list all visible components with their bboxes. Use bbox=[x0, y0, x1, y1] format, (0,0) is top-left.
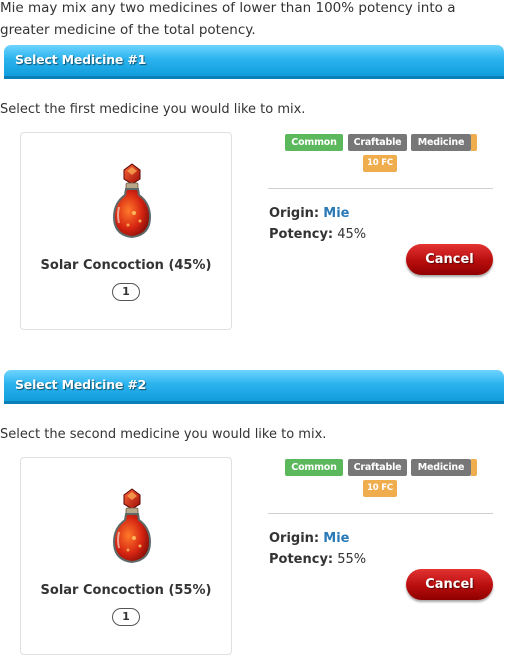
origin-line: Origin: Mie bbox=[269, 531, 350, 546]
red-potion-bottle-icon bbox=[112, 163, 152, 239]
potency-line: Potency: 45% bbox=[269, 227, 366, 242]
potency-label: Potency: bbox=[269, 552, 334, 567]
section-header-medicine-2: Select Medicine #2 bbox=[4, 370, 504, 404]
tag-medicine: Medicine bbox=[411, 134, 471, 151]
divider bbox=[268, 513, 493, 514]
potency-value: 45% bbox=[337, 227, 367, 242]
red-potion-bottle-icon bbox=[112, 488, 152, 564]
medicine-card[interactable]: Solar Concoction (45%) 1 bbox=[20, 132, 232, 330]
section-header-medicine-1: Select Medicine #1 bbox=[4, 45, 504, 79]
section-title: Select Medicine #2 bbox=[15, 377, 147, 392]
cancel-button[interactable]: Cancel bbox=[406, 244, 493, 275]
tag-common: Common bbox=[285, 134, 343, 151]
tag-medicine: Medicine bbox=[411, 459, 471, 476]
item-name: Solar Concoction (45%) bbox=[40, 258, 212, 273]
potency-line: Potency: 55% bbox=[269, 552, 366, 567]
origin-link[interactable]: Mie bbox=[323, 531, 349, 546]
tag-craftable: Craftable bbox=[348, 459, 407, 476]
cancel-button[interactable]: Cancel bbox=[406, 569, 493, 600]
tag-price: 10 FC bbox=[363, 480, 397, 497]
section-title: Select Medicine #1 bbox=[15, 52, 147, 67]
medicine-card[interactable]: Solar Concoction (55%) 1 bbox=[20, 457, 232, 655]
potency-label: Potency: bbox=[269, 227, 334, 242]
section-instruction: Select the second medicine you would lik… bbox=[0, 427, 327, 442]
divider bbox=[268, 188, 493, 189]
tag-overflow bbox=[471, 134, 477, 151]
origin-line: Origin: Mie bbox=[269, 206, 350, 221]
origin-label: Origin: bbox=[269, 206, 320, 221]
origin-label: Origin: bbox=[269, 531, 320, 546]
tag-overflow bbox=[471, 459, 477, 476]
tag-craftable: Craftable bbox=[348, 134, 407, 151]
item-name: Solar Concoction (55%) bbox=[40, 583, 212, 598]
tag-price: 10 FC bbox=[363, 155, 397, 172]
origin-link[interactable]: Mie bbox=[323, 206, 349, 221]
section-instruction: Select the first medicine you would like… bbox=[0, 102, 306, 117]
tag-common: Common bbox=[285, 459, 343, 476]
quantity-badge: 1 bbox=[112, 608, 140, 626]
intro-text: Mie may mix any two medicines of lower t… bbox=[0, 0, 456, 38]
quantity-badge: 1 bbox=[112, 283, 140, 301]
potency-value: 55% bbox=[337, 552, 367, 567]
